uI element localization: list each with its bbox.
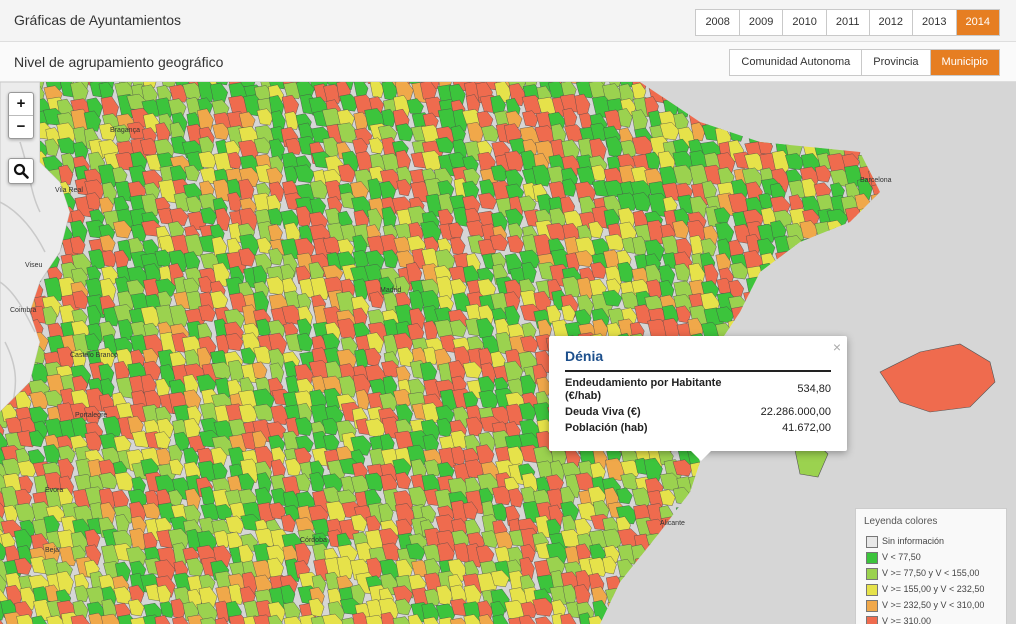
year-button-2008[interactable]: 2008 xyxy=(696,10,740,35)
grouping-selector: Comunidad Autonoma Provincia Municipio xyxy=(729,49,1000,76)
place-label: Alicante xyxy=(660,520,685,527)
place-label: Évora xyxy=(45,485,63,494)
year-button-2011[interactable]: 2011 xyxy=(826,10,870,35)
year-button-2010[interactable]: 2010 xyxy=(783,10,827,35)
page-title: Gráficas de Ayuntamientos xyxy=(14,12,182,28)
legend-swatch xyxy=(866,552,878,564)
search-button[interactable] xyxy=(8,158,34,184)
legend-swatch xyxy=(866,536,878,548)
municipality-popup: × Dénia Endeudamiento por Habitante (€/h… xyxy=(549,336,847,461)
zoom-out-button[interactable]: − xyxy=(9,116,33,138)
popup-title: Dénia xyxy=(565,348,604,364)
level-button-municipio[interactable]: Municipio xyxy=(930,50,999,75)
popup-divider xyxy=(565,370,831,372)
place-label: Coimbra xyxy=(10,307,37,314)
level-button-provincia[interactable]: Provincia xyxy=(862,50,931,75)
popup-row-value: 22.286.000,00 xyxy=(760,406,831,418)
place-label: Castelo Branco xyxy=(70,352,118,359)
grouping-title: Nivel de agrupamiento geográfico xyxy=(14,54,224,70)
year-button-2012[interactable]: 2012 xyxy=(869,10,914,35)
place-label: Beja xyxy=(45,547,59,554)
close-icon[interactable]: × xyxy=(833,339,841,355)
year-selector: 2008 2009 2010 2011 2012 2013 2014 xyxy=(695,9,1000,36)
legend-swatch xyxy=(866,568,878,580)
zoom-in-button[interactable]: + xyxy=(9,93,33,116)
legend-label: V >= 155,00 y V < 232,50 xyxy=(882,584,985,594)
legend-title: Leyenda colores xyxy=(864,516,938,527)
year-button-2013[interactable]: 2013 xyxy=(913,10,957,35)
legend-label: V >= 77,50 y V < 155,00 xyxy=(882,568,980,578)
popup-row-label: Población (hab) xyxy=(565,422,648,434)
place-label: Portalegre xyxy=(75,412,107,419)
legend-swatch xyxy=(866,600,878,612)
grouping-bar: Nivel de agrupamiento geográfico Comunid… xyxy=(0,42,1016,82)
legend-label: Sin información xyxy=(882,536,945,546)
legend-label: V < 77,50 xyxy=(882,552,921,562)
place-label: Barcelona xyxy=(860,177,892,184)
year-button-2014[interactable]: 2014 xyxy=(956,10,999,35)
legend-label: V >= 310,00 xyxy=(882,616,932,624)
header-bar: Gráficas de Ayuntamientos 2008 2009 2010… xyxy=(0,0,1016,42)
place-label: Madrid xyxy=(380,287,402,294)
popup-row-label: Endeudamiento por Habitante (€/hab) xyxy=(565,377,722,402)
place-label: Viseu xyxy=(25,262,42,269)
popup-row-value: 41.672,00 xyxy=(782,422,831,434)
place-label: Vila Real xyxy=(55,187,83,194)
popup-row-value: 534,80 xyxy=(797,383,831,395)
legend-swatch xyxy=(866,616,878,624)
color-legend: Leyenda colores Sin información V < 77,5… xyxy=(855,508,1007,624)
year-button-2009[interactable]: 2009 xyxy=(739,10,784,35)
legend-swatch xyxy=(866,584,878,596)
place-label: Bragança xyxy=(110,127,140,134)
popup-row-label: Deuda Viva (€) xyxy=(565,406,641,418)
zoom-control: + − xyxy=(8,92,34,139)
level-button-comunidad[interactable]: Comunidad Autonoma xyxy=(730,50,863,75)
legend-label: V >= 232,50 y V < 310,00 xyxy=(882,600,985,610)
choropleth-map[interactable]: Bragança Vila Real Viseu Coimbra Castelo Bra… xyxy=(0,82,1016,624)
place-label: Córdoba xyxy=(300,537,327,544)
search-icon xyxy=(13,163,29,179)
